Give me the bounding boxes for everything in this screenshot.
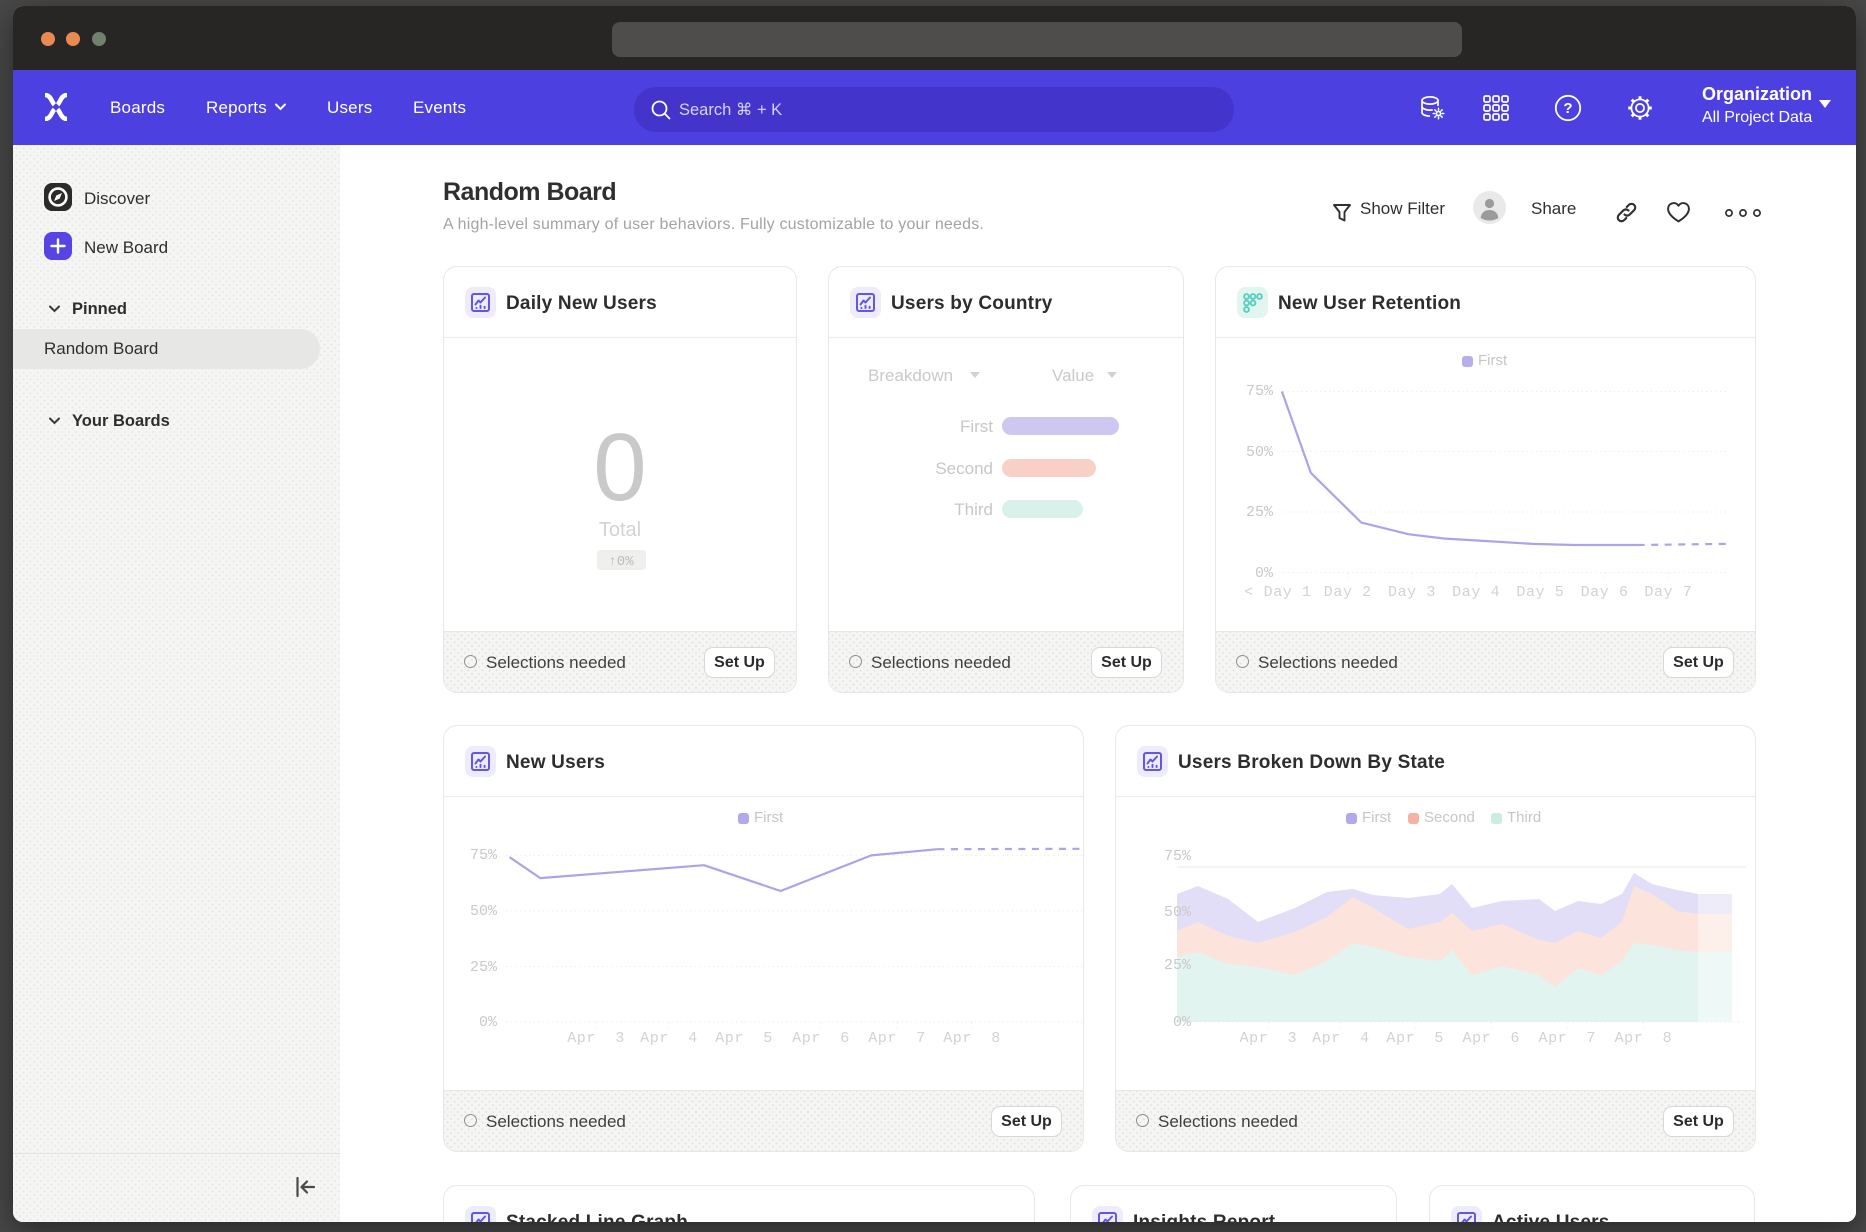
svg-text:?: ? — [1563, 100, 1572, 117]
